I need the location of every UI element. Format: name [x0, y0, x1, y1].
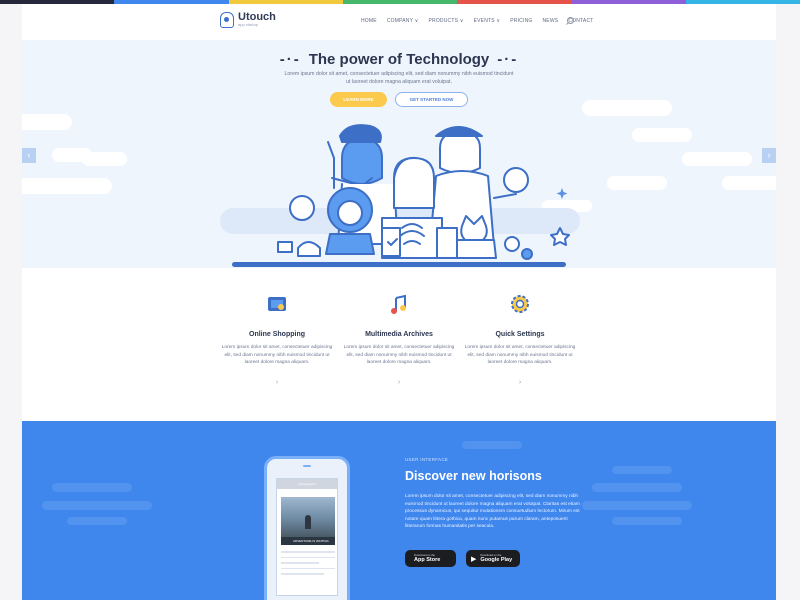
- nav-company[interactable]: COMPANY ∨: [387, 18, 419, 24]
- text-line: [281, 551, 335, 553]
- cloud-decoration: [722, 176, 776, 190]
- phone-screen: photographer ADVENTURE IS WAITING: [276, 478, 338, 596]
- text-line: [281, 556, 335, 558]
- nav-home[interactable]: HOME: [361, 18, 377, 24]
- feature-title: Online Shopping: [249, 331, 305, 338]
- cloud-decoration: [22, 178, 112, 194]
- nav-events[interactable]: EVENTS ∨: [474, 18, 501, 24]
- nav-pricing[interactable]: PRICING: [510, 18, 532, 24]
- section-kicker: USER INTERFACE: [405, 457, 449, 462]
- logo-icon: [220, 12, 234, 28]
- hero-text: Lorem ipsum dolor sit amet, consectetuer…: [284, 71, 514, 85]
- hero-section: -·- The power of Technology -·- Lorem ipsu…: [22, 40, 776, 268]
- feature-title: Multimedia Archives: [365, 331, 433, 338]
- cloud-decoration: [612, 466, 672, 474]
- feature-card: Quick Settings Lorem ipsum dolor sit ame…: [464, 292, 576, 386]
- phone-text-lines: [281, 551, 335, 579]
- hero-title: -·- The power of Technology -·-: [22, 51, 776, 68]
- section-text: Lorem ipsum dolor sit amet, consectetuer…: [405, 494, 580, 530]
- search-icon[interactable]: [567, 17, 574, 24]
- phone-app-header: photographer: [277, 479, 337, 489]
- cloud-decoration: [82, 152, 127, 166]
- cloud-decoration: [592, 483, 682, 492]
- phone-photo: [281, 497, 335, 537]
- play-icon: ▶: [471, 555, 477, 563]
- title-dash-left: -·-: [279, 51, 301, 68]
- features-section: Online Shopping Lorem ipsum dolor sit am…: [22, 268, 776, 421]
- store-big-text: Google Play: [480, 557, 513, 563]
- section-title: Discover new horisons: [405, 469, 542, 483]
- cloud-decoration: [582, 501, 692, 510]
- cloud-decoration: [632, 128, 692, 142]
- cloud-decoration: [462, 441, 522, 449]
- google-play-button[interactable]: ▶ Download on the Google Play: [466, 550, 520, 567]
- text-line: [281, 562, 319, 564]
- hero-title-text: The power of Technology: [308, 51, 490, 68]
- learn-more-button[interactable]: LEARN MORE: [330, 92, 387, 107]
- team-illustration: [277, 124, 570, 260]
- app-promo-section: photographer ADVENTURE IS WAITING USER I…: [22, 421, 776, 600]
- page: Utouch app startup HOME COMPANY ∨ PRODUC…: [22, 4, 776, 600]
- cloud-decoration: [67, 517, 127, 525]
- feature-title: Quick Settings: [495, 331, 545, 338]
- shopping-icon: [268, 297, 286, 311]
- slider-prev-arrow[interactable]: ‹: [22, 148, 36, 163]
- read-more-arrow[interactable]: ›: [221, 379, 333, 386]
- site-header: Utouch app startup HOME COMPANY ∨ PRODUC…: [22, 4, 776, 40]
- photo-person: [305, 515, 311, 529]
- feature-text: Lorem ipsum dolor sit amet, consectetuer…: [343, 345, 455, 365]
- text-line: [281, 573, 325, 575]
- music-note-icon: [391, 294, 406, 314]
- cloud-decoration: [582, 100, 672, 116]
- cloud-decoration: [612, 517, 682, 525]
- read-more-arrow[interactable]: ›: [343, 379, 455, 386]
- cloud-decoration: [607, 176, 667, 190]
- app-store-button[interactable]: Download on the App Store: [405, 550, 456, 567]
- main-nav: HOME COMPANY ∨ PRODUCTS ∨ EVENTS ∨ PRICI…: [361, 18, 594, 24]
- title-dash-right: -·-: [497, 51, 519, 68]
- feature-text: Lorem ipsum dolor sit amet, consectetuer…: [221, 345, 333, 365]
- get-started-button[interactable]: GET STARTED NOW: [395, 92, 468, 107]
- read-more-arrow[interactable]: ›: [464, 379, 576, 386]
- cloud-decoration: [42, 501, 152, 510]
- cloud-decoration: [52, 483, 132, 492]
- cloud-decoration: [682, 152, 752, 166]
- illustration-base: [232, 262, 566, 267]
- gear-icon: [511, 295, 529, 313]
- phone-photo-caption: ADVENTURE IS WAITING: [281, 537, 335, 545]
- text-line: [281, 567, 335, 569]
- feature-text: Lorem ipsum dolor sit amet, consectetuer…: [464, 345, 576, 365]
- nav-products[interactable]: PRODUCTS ∨: [428, 18, 463, 24]
- brand-name: Utouch: [238, 11, 276, 23]
- cloud-decoration: [22, 114, 72, 130]
- phone-mockup: photographer ADVENTURE IS WAITING: [264, 456, 350, 600]
- slider-next-arrow[interactable]: ›: [762, 148, 776, 163]
- logo[interactable]: Utouch app startup: [220, 12, 276, 28]
- nav-news[interactable]: NEWS: [543, 18, 559, 24]
- feature-card: Online Shopping Lorem ipsum dolor sit am…: [221, 292, 333, 386]
- feature-card: Multimedia Archives Lorem ipsum dolor si…: [343, 292, 455, 386]
- store-big-text: App Store: [414, 557, 441, 563]
- phone-speaker: [303, 465, 311, 467]
